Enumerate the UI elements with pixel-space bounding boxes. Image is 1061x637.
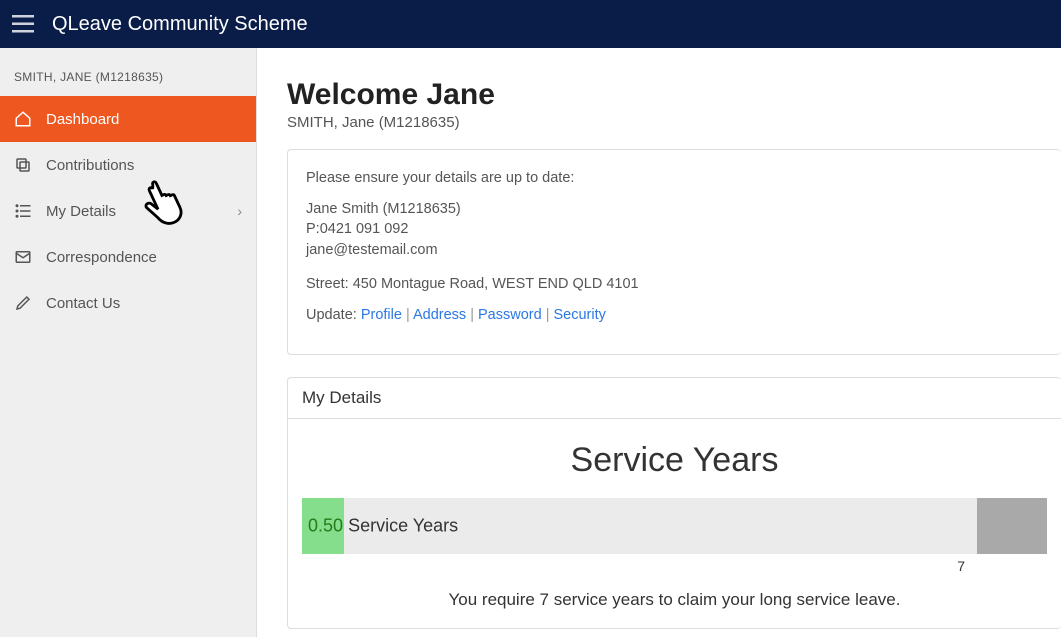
main-content: Welcome Jane SMITH, Jane (M1218635) Plea… [257, 48, 1061, 637]
details-phone: P:0421 091 092 [306, 219, 1043, 239]
service-years-label: Service Years [348, 515, 458, 535]
sidebar-item-label: Dashboard [46, 111, 242, 128]
app-title: QLeave Community Scheme [52, 13, 308, 36]
link-address[interactable]: Address [413, 307, 466, 323]
sidebar-item-label: Contributions [46, 157, 242, 174]
sidebar-item-contributions[interactable]: Contributions [0, 142, 256, 188]
separator: | [470, 307, 478, 323]
panel-header: My Details [288, 378, 1061, 419]
service-years-bar-target [977, 498, 1047, 554]
update-label: Update: [306, 307, 357, 323]
topbar: QLeave Community Scheme [0, 0, 1061, 48]
page-subtitle: SMITH, Jane (M1218635) [287, 114, 1061, 131]
details-name: Jane Smith (M1218635) [306, 199, 1043, 219]
envelope-icon [14, 248, 32, 266]
link-profile[interactable]: Profile [361, 307, 402, 323]
list-icon [14, 202, 32, 220]
separator: | [406, 307, 413, 323]
sidebar-item-label: My Details [46, 203, 223, 220]
details-intro: Please ensure your details are up to dat… [306, 168, 1043, 189]
service-years-bar: 0.50 Service Years [302, 498, 1047, 554]
home-icon [14, 110, 32, 128]
service-years-value: 0.50 [308, 515, 343, 535]
separator: | [546, 307, 554, 323]
details-address: Street: 450 Montague Road, WEST END QLD … [306, 274, 1043, 295]
sidebar-item-label: Correspondence [46, 249, 242, 266]
update-links-row: Update: Profile | Address | Password | S… [306, 305, 1043, 326]
menu-icon[interactable] [12, 15, 34, 33]
service-years-bar-text: 0.50 Service Years [308, 515, 458, 536]
sidebar-item-dashboard[interactable]: Dashboard [0, 96, 256, 142]
details-email: jane@testemail.com [306, 240, 1043, 260]
pencil-icon [14, 294, 32, 312]
sidebar-item-contact-us[interactable]: Contact Us [0, 280, 256, 326]
sidebar-user-label: SMITH, JANE (M1218635) [0, 48, 256, 96]
sidebar-item-label: Contact Us [46, 295, 242, 312]
my-details-panel: My Details Service Years 0.50 Service Ye… [287, 377, 1061, 629]
details-card: Please ensure your details are up to dat… [287, 149, 1061, 355]
service-years-requirement: You require 7 service years to claim you… [302, 590, 1047, 610]
service-years-target-label: 7 [302, 558, 1047, 574]
sidebar-item-my-details[interactable]: My Details › [0, 188, 256, 234]
link-security[interactable]: Security [554, 307, 606, 323]
link-password[interactable]: Password [478, 307, 542, 323]
sidebar: SMITH, JANE (M1218635) Dashboard Contrib… [0, 48, 257, 637]
chevron-right-icon: › [237, 203, 242, 219]
page-title: Welcome Jane [287, 78, 1061, 112]
sidebar-item-correspondence[interactable]: Correspondence [0, 234, 256, 280]
copy-icon [14, 156, 32, 174]
service-years-title: Service Years [302, 441, 1047, 480]
